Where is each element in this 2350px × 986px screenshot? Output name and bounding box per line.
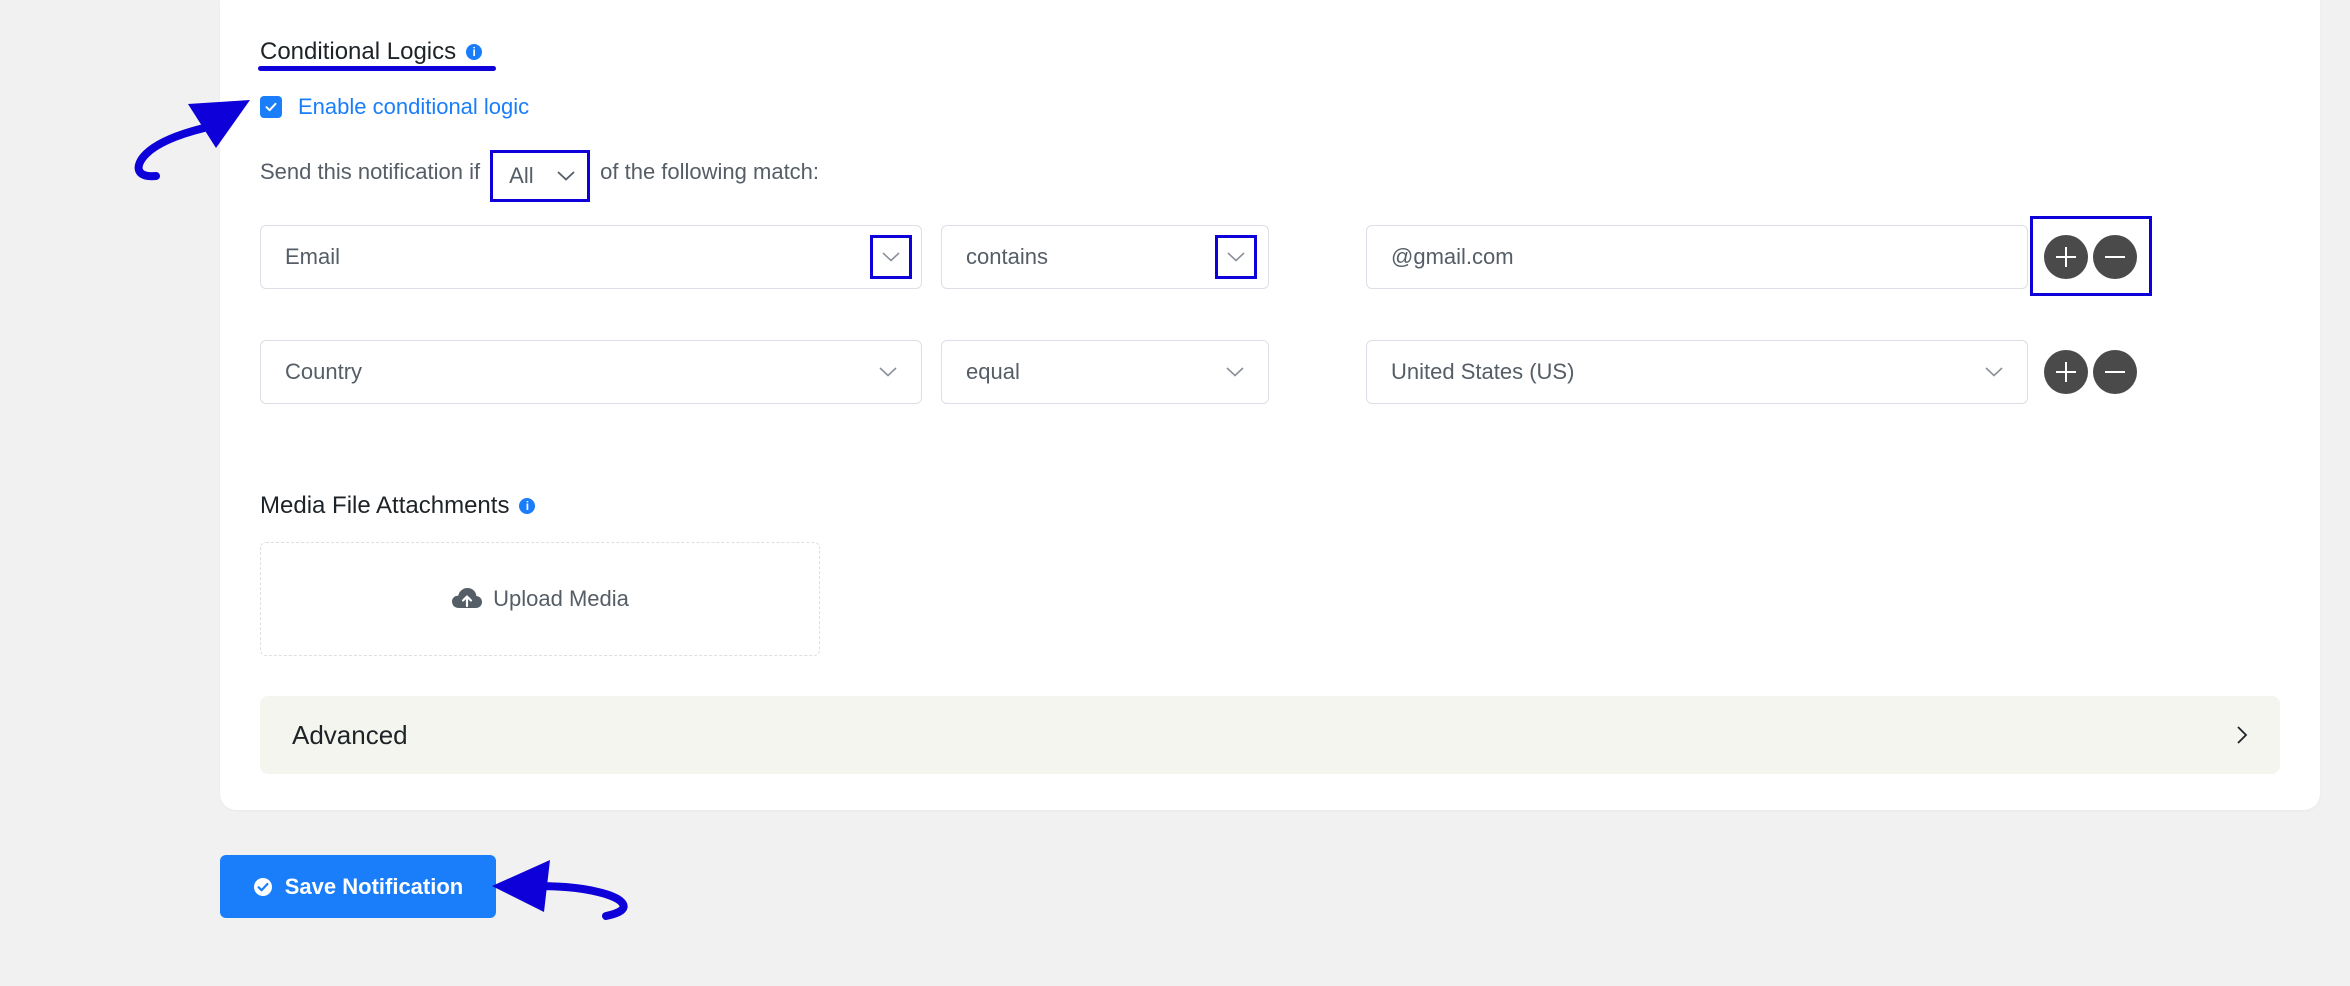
rule-2-operator-value: equal [966, 359, 1020, 384]
rule-2-value-select[interactable]: United States (US) [1366, 340, 2028, 404]
chevron-down-icon [557, 171, 575, 181]
minus-icon [2105, 256, 2125, 258]
chevron-down-icon [879, 367, 897, 377]
rule-1-field-dropdown-toggle[interactable] [870, 235, 912, 279]
save-notification-button[interactable]: Save Notification [220, 855, 496, 918]
advanced-section-toggle[interactable]: Advanced [260, 696, 2280, 774]
rule-2-field-value: Country [285, 359, 363, 384]
plus-icon [2056, 362, 2076, 382]
advanced-label: Advanced [292, 719, 408, 750]
send-suffix-text: of the following match: [600, 159, 820, 184]
rule-1-field-select[interactable]: Email [260, 225, 922, 289]
enable-conditional-logic-row[interactable]: Enable conditional logic [260, 94, 529, 120]
chevron-down-icon [882, 252, 900, 262]
rule-2-remove-button[interactable] [2093, 350, 2137, 394]
rule-1-add-button[interactable] [2044, 235, 2088, 279]
rule-2-field-select[interactable]: Country [260, 340, 922, 404]
title-underline-annotation [258, 66, 496, 71]
rule-1-field-value: Email [285, 244, 341, 269]
arrow-annotation-icon [134, 100, 250, 181]
upload-media-label: Upload Media [493, 586, 629, 611]
rule-1-value-input[interactable]: @gmail.com [1366, 225, 2028, 289]
rule-1-value-text: @gmail.com [1391, 244, 1514, 269]
check-circle-icon [253, 877, 272, 896]
rule-2-value-text: United States (US) [1391, 359, 1575, 384]
match-condition-row: Send this notification if All of the fol… [260, 146, 820, 202]
chevron-down-icon [1985, 367, 2003, 377]
conditional-logics-title: Conditional Logics i [260, 38, 483, 66]
plus-icon [2056, 247, 2076, 267]
chevron-right-icon [2237, 726, 2248, 744]
save-notification-label: Save Notification [284, 873, 464, 899]
chevron-down-icon [1227, 252, 1245, 262]
enable-conditional-logic-label[interactable]: Enable conditional logic [298, 94, 529, 120]
media-attachments-label: Media File Attachments [260, 492, 510, 519]
match-type-select[interactable]: All [490, 150, 591, 202]
chevron-down-icon [1226, 367, 1244, 377]
notification-settings-card [220, 0, 2320, 810]
rule-2-add-button[interactable] [2044, 350, 2088, 394]
rule-1-operator-value: contains [966, 244, 1048, 269]
match-type-value: All [509, 163, 534, 188]
send-prefix-text: Send this notification if [260, 159, 481, 184]
rule-2-operator-select[interactable]: equal [941, 340, 1269, 404]
minus-icon [2105, 371, 2125, 373]
rule-1-operator-dropdown-toggle[interactable] [1215, 235, 1257, 279]
rule-1-remove-button[interactable] [2093, 235, 2137, 279]
arrow-annotation-icon [492, 860, 628, 920]
conditional-logics-label: Conditional Logics [260, 38, 457, 65]
info-icon[interactable]: i [466, 44, 483, 60]
info-icon[interactable]: i [519, 498, 536, 514]
upload-media-button[interactable]: Upload Media [260, 542, 820, 656]
media-attachments-title: Media File Attachments i [260, 492, 536, 520]
cloud-upload-icon [452, 588, 483, 608]
